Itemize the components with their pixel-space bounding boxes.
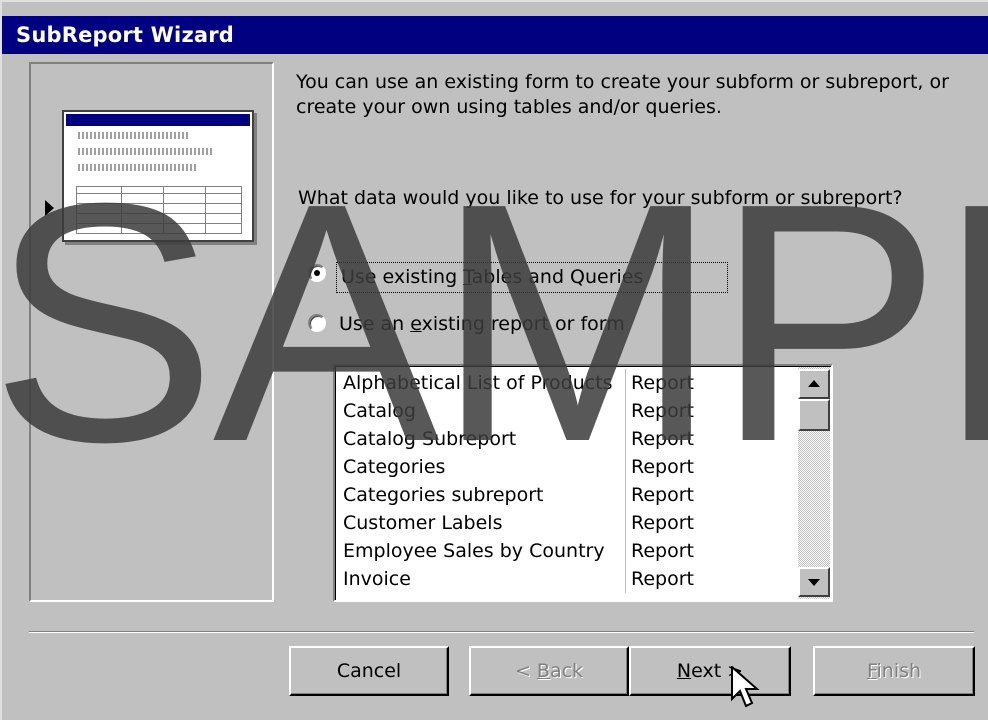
back-button[interactable]: < Back [469,646,629,696]
list-item[interactable]: Catalog Subreport Report [338,425,800,453]
list-item[interactable]: Catalog Report [338,397,800,425]
cancel-button[interactable]: Cancel [289,646,449,696]
list-item-name: Invoice [338,565,626,593]
finish-button[interactable]: Finish [813,646,975,696]
list-item-name: Catalog [338,397,626,425]
radio-existing-report[interactable] [308,314,326,332]
list-item-name: Customer Labels [338,509,626,537]
option-existing-tables-label[interactable]: Use existing Tables and Queries [336,262,728,293]
list-item-type: Report [631,568,694,590]
mouse-cursor-icon [731,666,760,708]
option-existing-report-label[interactable]: Use an existing report or form [339,312,625,337]
list-item-type: Report [631,484,694,506]
list-item[interactable]: Invoice Report [338,565,800,593]
question-text: What data would you like to use for your… [298,187,903,209]
pointer-arrow-icon [45,200,54,216]
list-item-type: Report [631,540,694,562]
next-button[interactable]: Next > [629,646,791,696]
list-item-type: Report [631,456,694,478]
list-item[interactable]: Categories Report [338,453,800,481]
list-item[interactable]: Categories subreport Report [338,481,800,509]
list-item-name: Employee Sales by Country [338,537,626,565]
list-item-type: Report [631,428,694,450]
list-item-type: Report [631,512,694,534]
forms-reports-listbox[interactable]: Alphabetical List of Products Report Catal… [333,364,833,602]
list-item-name: Categories [338,453,626,481]
arrow-up-icon [808,380,820,387]
scroll-thumb[interactable] [798,399,830,431]
list-item-name: Catalog Subreport [338,425,626,453]
subreport-preview-icon [62,110,254,242]
list-item-name: Alphabetical List of Products [338,369,626,397]
list-item[interactable]: Customer Labels Report [338,509,800,537]
listbox-scrollbar[interactable] [798,367,830,599]
list-item-type: Report [631,400,694,422]
list-item-name: Categories subreport [338,481,626,509]
scroll-up-button[interactable] [798,369,830,399]
list-item[interactable]: Employee Sales by Country Report [338,537,800,565]
list-item[interactable]: Alphabetical List of Products Report [338,369,800,397]
intro-text: You can use an existing form to create y… [296,71,949,118]
radio-existing-tables[interactable] [308,264,326,282]
title-bar: SubReport Wizard [2,16,988,54]
scroll-down-button[interactable] [798,567,830,597]
window-title: SubReport Wizard [16,23,235,47]
separator [29,631,974,633]
arrow-down-icon [808,579,820,586]
list-item-type: Report [631,372,694,394]
